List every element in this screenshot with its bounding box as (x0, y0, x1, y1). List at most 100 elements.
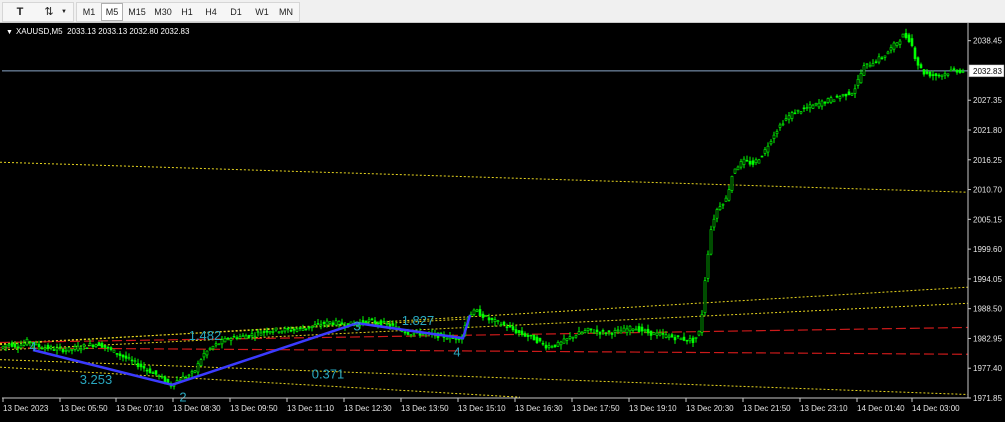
candle-body (757, 159, 761, 164)
candle-body (688, 338, 692, 342)
candle-body (265, 330, 269, 333)
timeframe-m15-button[interactable]: M15 (126, 4, 148, 20)
candle-body (301, 328, 305, 331)
candle-body (913, 47, 917, 59)
timeframe-mn-button[interactable]: MN (276, 4, 296, 20)
candle-body (361, 320, 365, 324)
candle-body (874, 61, 878, 64)
candle-body (847, 91, 851, 95)
candle-body (490, 317, 494, 321)
candle-body (337, 321, 341, 325)
timeframe-w1-button[interactable]: W1 (253, 4, 271, 20)
candle-body (202, 352, 206, 358)
candle-body (832, 99, 836, 103)
time-axis: 13 Dec 2023 13 Dec 05:50 13 Dec 07:10 13 De… (2, 398, 960, 413)
candle-body (844, 93, 848, 97)
candle-body (766, 145, 770, 153)
price-chart[interactable]: ▼ XAUUSD,M5 2033.13 2033.13 2032.80 2032.… (0, 23, 1005, 422)
candle-body (595, 329, 599, 332)
dropdown-arrow-icon[interactable]: ▼ (60, 4, 68, 20)
candle-body (154, 370, 158, 375)
time-tick-label: 13 Dec 07:10 (116, 404, 164, 413)
candle-body (892, 42, 896, 50)
timeframe-m5-button[interactable]: M5 (101, 3, 123, 21)
channel-line (0, 161, 969, 193)
candle-body (91, 344, 95, 347)
candle-body (646, 328, 650, 334)
candle-body (775, 131, 779, 135)
price-tick-label: 1994.05 (973, 275, 1002, 284)
candle-body (271, 331, 275, 333)
candle-body (64, 350, 68, 352)
candlestick-plot: 43.25321.4823 1.8270.3714 2038.452032.832… (0, 23, 1005, 413)
price-tick-label: 2038.45 (973, 37, 1002, 46)
timeframe-h4-button[interactable]: H4 (202, 4, 220, 20)
candle-body (487, 317, 491, 321)
candle-body (658, 332, 662, 336)
candle-body (664, 334, 668, 338)
candle-body (526, 334, 530, 337)
timeframe-h1-button[interactable]: H1 (178, 4, 196, 20)
candle-body (826, 98, 830, 103)
candle-body (190, 371, 194, 374)
candle-body (367, 319, 371, 322)
candle-body (292, 328, 296, 331)
candle-body (322, 322, 326, 325)
arrow-tool-icon[interactable]: ⇅ (39, 4, 59, 20)
candle-body (88, 343, 92, 346)
candle-body (541, 342, 545, 345)
candle-body (112, 349, 116, 353)
candle-body (700, 314, 704, 333)
candle-body (673, 337, 677, 341)
candle-body (148, 368, 152, 374)
candle-body (868, 65, 872, 68)
candle-body (883, 55, 887, 58)
candle-body (229, 338, 233, 341)
candle-body (895, 42, 899, 46)
candle-body (754, 159, 758, 164)
timeframe-m1-button[interactable]: M1 (80, 4, 98, 20)
candle-body (760, 155, 764, 158)
timeframe-m30-button[interactable]: M30 (152, 4, 174, 20)
candle-body (904, 32, 908, 39)
candle-body (589, 328, 593, 331)
candle-body (712, 218, 716, 228)
candle-body (937, 74, 941, 77)
timeframe-d1-button[interactable]: D1 (227, 4, 245, 20)
price-tick-label: 1977.40 (973, 364, 1002, 373)
price-tick-label: 2016.25 (973, 156, 1002, 165)
price-tick-label: 1971.85 (973, 394, 1002, 403)
candle-body (853, 88, 857, 94)
candle-body (334, 320, 338, 326)
candle-body (382, 321, 386, 323)
candle-body (661, 333, 665, 335)
candle-body (772, 134, 776, 139)
time-tick-label: 13 Dec 12:30 (344, 404, 392, 413)
candle-body (481, 313, 485, 318)
candle-body (571, 336, 575, 339)
candle-body (529, 334, 533, 337)
candle-body (955, 70, 959, 73)
candle-body (4, 344, 8, 348)
text-tool-icon[interactable]: T (13, 4, 27, 20)
candle-body (511, 326, 515, 331)
candle-body (37, 344, 41, 348)
candle-body (532, 334, 536, 341)
price-tick-label: 2005.15 (973, 215, 1002, 224)
candle-body (274, 327, 278, 331)
candle-body (739, 161, 743, 168)
candle-body (856, 79, 860, 86)
candle-body (922, 69, 926, 75)
time-tick-label: 13 Dec 16:30 (515, 404, 563, 413)
candle-body (946, 73, 950, 76)
candle-body (889, 47, 893, 51)
candle-body (505, 326, 509, 329)
candle-body (724, 197, 728, 202)
candle-body (649, 330, 653, 336)
candle-body (778, 124, 782, 128)
candle-body (223, 337, 227, 343)
candle-body (958, 69, 962, 73)
candle-body (598, 331, 602, 335)
wave-label: 2 (179, 389, 186, 404)
candle-body (817, 102, 821, 108)
